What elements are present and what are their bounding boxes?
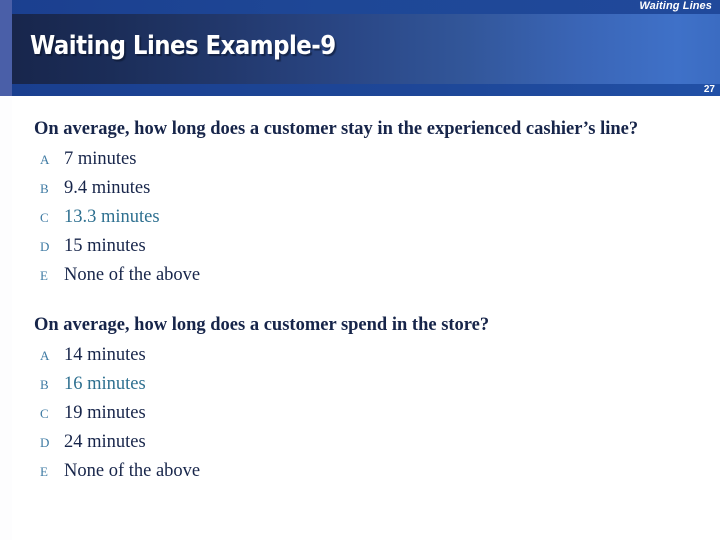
slide-canvas: Waiting Lines Waiting Lines Example-9 27…: [0, 0, 720, 540]
option-label: 7 minutes: [64, 149, 137, 169]
option-letter: A: [40, 348, 50, 363]
option-letter: A: [40, 152, 50, 167]
slide-content: On average, how long does a customer sta…: [0, 96, 720, 540]
option-list: A 14 minutes B 16 minutes C 19 minutes D…: [34, 341, 682, 486]
option-label: 14 minutes: [64, 345, 146, 365]
option-row[interactable]: E None of the above: [34, 457, 682, 486]
option-row[interactable]: C 19 minutes: [34, 399, 682, 428]
option-letter: C: [40, 406, 49, 421]
option-label-highlighted: 16 minutes: [64, 374, 146, 394]
option-row[interactable]: C 13.3 minutes: [34, 203, 682, 232]
top-banner-strip: [0, 0, 720, 14]
option-row[interactable]: E None of the above: [34, 261, 682, 290]
option-letter: E: [40, 464, 48, 479]
option-row[interactable]: D 24 minutes: [34, 428, 682, 457]
title-separator-band: [12, 84, 720, 96]
option-row[interactable]: A 7 minutes: [34, 145, 682, 174]
question-block-1: On average, how long does a customer sta…: [34, 116, 682, 290]
option-label: 15 minutes: [64, 236, 146, 256]
option-list: A 7 minutes B 9.4 minutes C 13.3 minutes…: [34, 145, 682, 290]
option-letter: D: [40, 239, 50, 254]
option-row[interactable]: A 14 minutes: [34, 341, 682, 370]
option-label: 9.4 minutes: [64, 178, 151, 198]
option-row[interactable]: B 9.4 minutes: [34, 174, 682, 203]
option-label: 19 minutes: [64, 403, 146, 423]
left-edge-strip: [0, 0, 12, 540]
option-label: None of the above: [64, 265, 201, 285]
option-letter: B: [40, 181, 49, 196]
slide-title: Waiting Lines Example-9: [30, 31, 336, 61]
running-head-label: Waiting Lines: [639, 0, 712, 12]
option-letter: D: [40, 435, 50, 450]
question-text: On average, how long does a customer spe…: [34, 315, 490, 335]
option-letter: B: [40, 377, 49, 392]
option-letter: C: [40, 210, 49, 225]
option-label-highlighted: 13.3 minutes: [64, 207, 160, 227]
option-label: 24 minutes: [64, 432, 146, 452]
option-row[interactable]: B 16 minutes: [34, 370, 682, 399]
question-block-2: On average, how long does a customer spe…: [34, 312, 682, 486]
slide-number-label: 27: [703, 84, 715, 95]
option-letter: E: [40, 268, 48, 283]
question-text: On average, how long does a customer sta…: [34, 119, 639, 139]
option-row[interactable]: D 15 minutes: [34, 232, 682, 261]
option-label: None of the above: [64, 461, 201, 481]
